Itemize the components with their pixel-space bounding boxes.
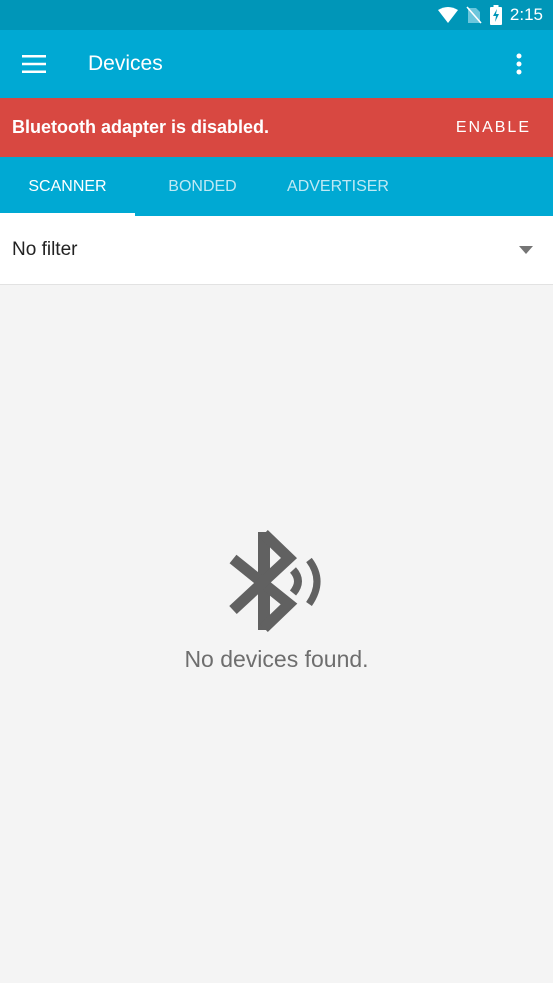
wifi-icon (437, 7, 458, 23)
battery-charging-icon (489, 5, 502, 25)
tab-scanner[interactable]: SCANNER (0, 157, 135, 216)
banner-message: Bluetooth adapter is disabled. (12, 117, 270, 137)
arrow-drop-down-icon (519, 246, 533, 254)
app-bar: Devices (0, 30, 553, 98)
tab-bonded[interactable]: BONDED (135, 157, 270, 216)
no-sim-icon (466, 6, 482, 24)
overflow-menu-button[interactable] (495, 40, 543, 88)
page-title: Devices (88, 52, 163, 75)
tab-advertiser[interactable]: ADVERTISER (270, 157, 406, 216)
bluetooth-disabled-banner: Bluetooth adapter is disabled. ENABLE (0, 98, 553, 157)
filter-dropdown[interactable]: No filter (0, 216, 553, 285)
more-vert-icon (516, 53, 522, 75)
tab-bar: SCANNER BONDED ADVERTISER (0, 157, 553, 216)
status-time: 2:15 (509, 5, 543, 24)
empty-state: No devices found. (0, 528, 553, 673)
bluetooth-searching-icon (228, 530, 320, 632)
hamburger-menu-icon (22, 55, 46, 73)
empty-state-message: No devices found. (184, 646, 369, 672)
status-bar: 2:15 (0, 0, 553, 30)
enable-button[interactable]: ENABLE (456, 119, 531, 137)
menu-button[interactable] (0, 30, 68, 98)
filter-selected-value: No filter (12, 239, 78, 260)
